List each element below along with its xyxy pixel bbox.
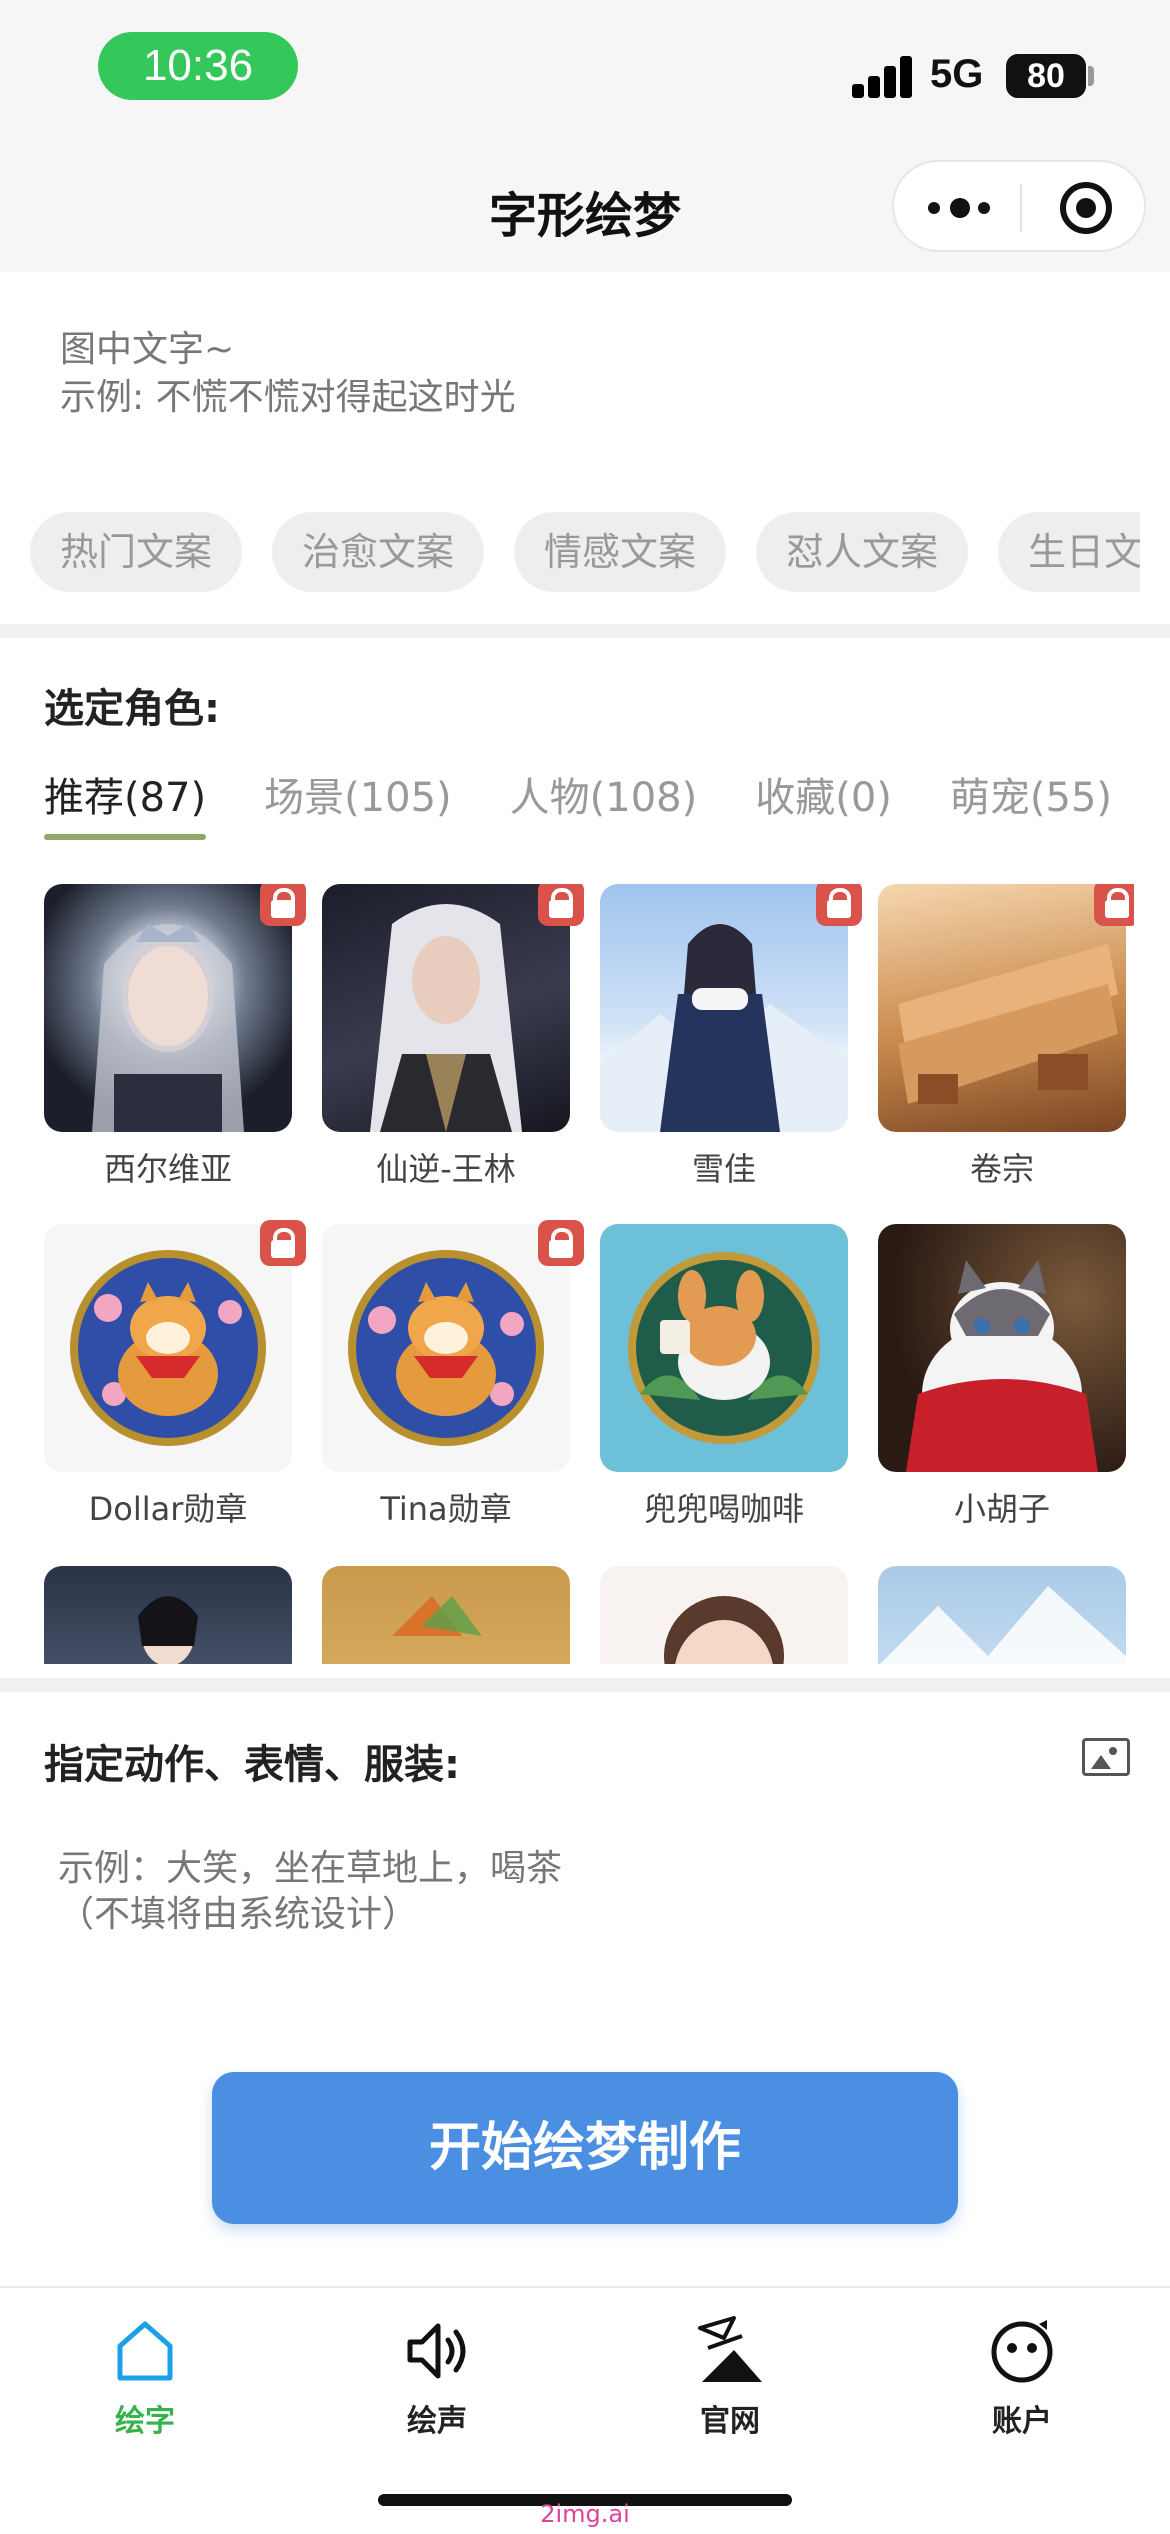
- role-name: Tina勋章: [380, 1490, 512, 1528]
- tab-favorites[interactable]: 收藏(0): [755, 770, 892, 840]
- role-thumbnail: [600, 1566, 848, 1664]
- role-thumbnail: [322, 884, 570, 1132]
- tab-bar-label: 账户: [992, 2404, 1052, 2439]
- badge-image: [70, 1250, 266, 1446]
- mini-program-capsule: [892, 160, 1146, 252]
- chip-roast[interactable]: 怼人文案: [756, 512, 969, 592]
- chip-emotion[interactable]: 情感文案: [514, 512, 727, 592]
- role-card[interactable]: [600, 1566, 848, 1664]
- role-card[interactable]: 兜兜喝咖啡: [600, 1224, 848, 1530]
- start-button[interactable]: 开始绘梦制作: [212, 2072, 958, 2224]
- role-tabs: 推荐(87) 场景(105) 人物(108) 收藏(0) 萌宠(55): [44, 770, 1170, 840]
- chip-healing[interactable]: 治愈文案: [272, 512, 485, 592]
- role-name: 兜兜喝咖啡: [643, 1490, 804, 1528]
- tab-bar-item-account[interactable]: 账户: [922, 2306, 1122, 2440]
- more-icon[interactable]: [928, 198, 992, 218]
- role-name: 卷宗: [969, 1150, 1034, 1188]
- role-thumbnail: [878, 884, 1126, 1132]
- tab-bar-item-draw-text[interactable]: 绘字: [45, 2306, 245, 2440]
- text-input-placeholder-1: 图中文字~: [60, 329, 235, 370]
- role-thumbnail: [322, 1224, 570, 1472]
- role-card[interactable]: 仙逆-王林: [322, 884, 570, 1190]
- role-thumbnail: [322, 1566, 570, 1664]
- tab-bar-item-draw-voice[interactable]: 绘声: [337, 2306, 537, 2440]
- lock-icon: [538, 884, 584, 926]
- scene-image: [898, 944, 1118, 1104]
- tab-bar-label: 绘字: [115, 2404, 175, 2439]
- text-input-placeholder-2: 示例: 不慌不慌对得起这时光: [60, 377, 516, 418]
- chip-hot[interactable]: 热门文案: [30, 512, 243, 592]
- tab-bar-label: 绘声: [407, 2404, 467, 2439]
- lock-icon: [538, 1220, 584, 1266]
- portrait-image: [92, 924, 244, 1132]
- portrait-image: [664, 1596, 784, 1664]
- tab-recommended[interactable]: 推荐(87): [44, 770, 207, 840]
- lock-icon: [1094, 884, 1134, 926]
- top-bar: 10:36 5G 80 字形绘梦: [0, 0, 1170, 272]
- role-thumbnail: [878, 1224, 1126, 1472]
- tab-bar-item-website[interactable]: 官网: [630, 2306, 830, 2440]
- pet-image: [392, 1596, 482, 1636]
- lock-icon: [260, 1220, 306, 1266]
- action-section-title: 指定动作、表情、服装:: [44, 1742, 460, 1788]
- role-thumbnail: [44, 884, 292, 1132]
- action-input[interactable]: 示例：大笑，坐在草地上，喝茶 （不填将由系统设计）: [58, 1846, 562, 1938]
- role-name: 小胡子: [953, 1490, 1050, 1528]
- role-thumbnail: [44, 1224, 292, 1472]
- role-grid: 西尔维亚 仙逆-王林 雪佳 卷宗 Dollar勋章 Tina勋章 兜兜喝咖啡 小…: [44, 884, 1134, 1664]
- badge-image: [628, 1252, 820, 1444]
- portrait-image: [370, 904, 522, 1132]
- role-name: Dollar勋章: [88, 1490, 248, 1528]
- logo-icon: [630, 2306, 830, 2392]
- role-name: 仙逆-王林: [376, 1150, 516, 1188]
- role-card[interactable]: [878, 1566, 1126, 1664]
- role-card[interactable]: 西尔维亚: [44, 884, 292, 1190]
- role-section-title: 选定角色:: [44, 686, 220, 732]
- watermark: 2img.ai: [540, 2500, 630, 2528]
- tab-people[interactable]: 人物(108): [510, 770, 698, 840]
- battery-tip: [1088, 66, 1094, 86]
- portrait-image: [600, 924, 848, 1132]
- badge-image: [348, 1250, 544, 1446]
- speaker-icon: [337, 2306, 537, 2392]
- battery-icon: 80: [1006, 54, 1086, 98]
- role-thumbnail: [44, 1566, 292, 1664]
- lock-icon: [260, 884, 306, 926]
- text-input[interactable]: 图中文字~ 示例: 不慌不慌对得起这时光: [60, 326, 516, 422]
- copy-chip-list: 热门文案治愈文案情感文案怼人文案生日文案: [30, 512, 1140, 596]
- tab-pets[interactable]: 萌宠(55): [950, 770, 1112, 840]
- action-input-placeholder-1: 示例：大笑，坐在草地上，喝茶: [58, 1848, 563, 1889]
- status-time: 10:36: [98, 32, 298, 100]
- home-icon: [45, 2306, 245, 2392]
- role-card[interactable]: 卷宗: [878, 884, 1126, 1190]
- cat-image: [906, 1260, 1098, 1472]
- close-miniprogram-icon[interactable]: [1060, 182, 1112, 234]
- section-divider: [0, 624, 1170, 638]
- tab-scene[interactable]: 场景(105): [264, 770, 452, 840]
- role-thumbnail: [600, 884, 848, 1132]
- role-thumbnail: [878, 1566, 1126, 1664]
- portrait-image: [138, 1596, 198, 1664]
- lock-icon: [816, 884, 862, 926]
- tab-bar-label: 官网: [700, 2404, 760, 2439]
- role-name: 雪佳: [691, 1150, 756, 1188]
- role-name: 西尔维亚: [103, 1150, 232, 1188]
- role-card[interactable]: 雪佳: [600, 884, 848, 1190]
- role-thumbnail: [600, 1224, 848, 1472]
- scene-image: [880, 1586, 1126, 1664]
- face-icon: [922, 2306, 1122, 2392]
- network-type: 5G: [930, 52, 984, 96]
- chip-birthday[interactable]: 生日文案: [998, 512, 1140, 592]
- action-input-placeholder-2: （不填将由系统设计）: [58, 1894, 419, 1935]
- role-card[interactable]: 小胡子: [878, 1224, 1126, 1530]
- role-card[interactable]: [322, 1566, 570, 1664]
- role-card[interactable]: Tina勋章: [322, 1224, 570, 1530]
- capsule-divider: [1020, 184, 1022, 232]
- signal-icon: [852, 54, 914, 98]
- image-upload-icon[interactable]: [1082, 1738, 1130, 1776]
- role-card[interactable]: Dollar勋章: [44, 1224, 292, 1530]
- role-card[interactable]: [44, 1566, 292, 1664]
- section-divider: [0, 1678, 1170, 1692]
